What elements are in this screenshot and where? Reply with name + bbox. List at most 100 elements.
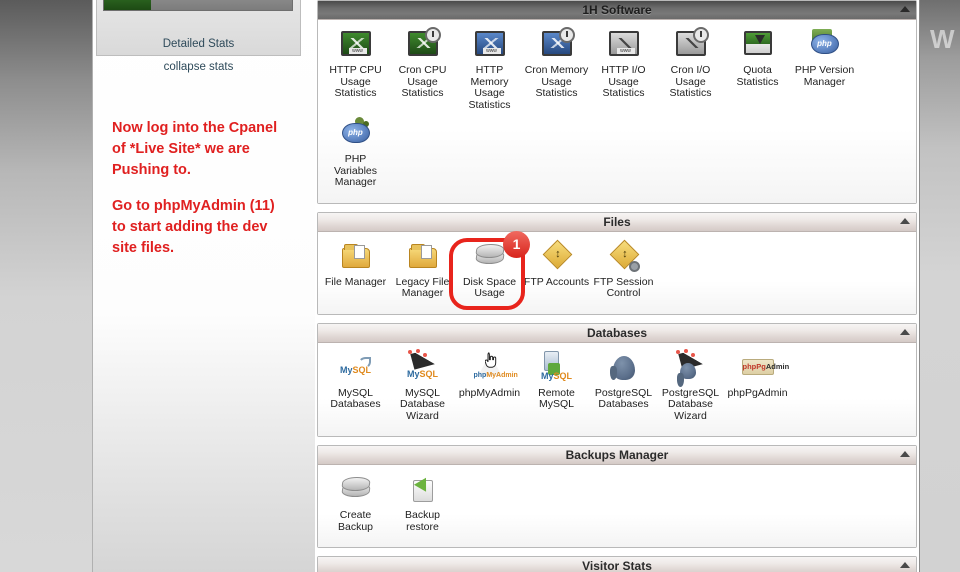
- create-backup-icon: [339, 473, 373, 507]
- cpanel-tile-label: HTTP Memory Usage Statistics: [468, 64, 511, 111]
- cpanel-tile-label: PostgreSQL Databases: [594, 386, 653, 410]
- cpanel-tile[interactable]: MySQL MySQL Databases: [322, 349, 389, 415]
- cpanel-tile-label: HTTP I/O Usage Statistics: [601, 64, 646, 99]
- process-usage-progress-fill: [104, 0, 151, 10]
- mouse-cursor-hand-icon: [484, 351, 496, 368]
- detailed-stats-link[interactable]: Detailed Stats: [96, 38, 301, 50]
- cpanel-tile-label: phpMyAdmin: [458, 386, 521, 399]
- section-panel: 1H Software www HTTP CPU Usage Statistics C…: [317, 0, 917, 204]
- cpanel-tile[interactable]: phpPgAdmin phpPgAdmin: [724, 349, 791, 404]
- collapse-triangle-icon[interactable]: [900, 217, 910, 224]
- cpanel-tile[interactable]: phpMyAdmin phpMyAdmin: [456, 349, 523, 404]
- section-panel: Files File Manager Legacy File Manager Disk…: [317, 211, 917, 315]
- cpanel-tile-label: MySQL Database Wizard: [400, 386, 445, 422]
- cpanel-tile[interactable]: Quota Statistics: [724, 26, 791, 92]
- quota-statistics-icon: [741, 28, 775, 62]
- cpanel-tile-label: Create Backup: [337, 509, 374, 533]
- browser-right-gradient-band: [919, 0, 960, 572]
- section-header[interactable]: Visitor Stats: [318, 557, 916, 572]
- cron-memory-usage-icon: [540, 27, 575, 62]
- cpanel-tile[interactable]: PostgreSQL Databases: [590, 349, 657, 415]
- phppgadmin-icon: phpPgAdmin: [741, 351, 789, 385]
- disk-space-usage-icon: [473, 240, 507, 274]
- cpanel-tile-label: Remote MySQL: [538, 386, 575, 410]
- cpanel-tile-label: Disk Space Usage: [462, 275, 517, 299]
- cpanel-tile[interactable]: PostgreSQL Database Wizard: [657, 347, 724, 427]
- section-panel: Visitor StatsLatest VisitorsBandwidthWeb…: [317, 556, 917, 572]
- cpanel-tile[interactable]: ↕ FTP Session Control: [590, 238, 657, 304]
- http-memory-usage-icon: www: [473, 28, 507, 62]
- collapse-triangle-icon[interactable]: [900, 562, 910, 568]
- cpanel-tile[interactable]: www HTTP Memory Usage Statistics: [456, 26, 523, 115]
- section-panel: Backups Manager Create Backup Backup resto…: [317, 445, 917, 548]
- cpanel-tile[interactable]: Cron I/O Usage Statistics: [657, 26, 724, 104]
- file-manager-icon: [339, 240, 373, 274]
- section-header[interactable]: Backups Manager: [318, 446, 916, 465]
- cpanel-tile[interactable]: www HTTP I/O Usage Statistics: [590, 26, 657, 104]
- left-sidebar-pane: [92, 0, 315, 572]
- section-title: Visitor Stats: [582, 559, 652, 572]
- cpanel-tile-label: FTP Session Control: [593, 275, 654, 299]
- section-body: Create Backup Backup restore: [318, 465, 916, 547]
- mysql-databases-icon: MySQL: [339, 351, 373, 385]
- cpanel-tile[interactable]: MySQL MySQL Database Wizard: [389, 347, 456, 427]
- cpanel-tile-label: PHP Variables Manager: [334, 153, 377, 188]
- cpanel-tile[interactable]: Create Backup: [322, 471, 389, 537]
- cpanel-tile-label: Cron Memory Usage Statistics: [524, 64, 589, 99]
- phpmyadmin-icon: phpMyAdmin: [473, 351, 518, 385]
- cpanel-tile-label: File Manager: [324, 275, 387, 288]
- cron-cpu-usage-icon: [406, 27, 441, 62]
- annotation-step-badge: 1: [503, 231, 530, 258]
- section-body: www HTTP CPU Usage Statistics Cron CPU Usa…: [318, 20, 916, 203]
- cpanel-tile[interactable]: Legacy File Manager: [389, 238, 456, 304]
- cpanel-tile[interactable]: Cron Memory Usage Statistics: [523, 26, 590, 104]
- section-title: Files: [603, 214, 631, 229]
- browser-left-gradient-band: [0, 0, 92, 572]
- section-body: File Manager Legacy File Manager Disk Spac…: [318, 231, 916, 314]
- legacy-file-manager-icon: [406, 240, 440, 274]
- cron-io-usage-icon: [674, 27, 709, 62]
- section-panel: Databases MySQL MySQL Databases MySQL MySQL …: [317, 322, 917, 437]
- collapse-triangle-icon[interactable]: [900, 6, 910, 12]
- mysql-database-wizard-icon: MySQL: [406, 347, 440, 385]
- cpanel-tile-label: PHP Version Manager: [794, 64, 855, 88]
- cpanel-tile-label: Legacy File Manager: [395, 275, 450, 299]
- annotation-gap: [112, 181, 292, 196]
- section-header[interactable]: 1H Software: [318, 1, 916, 20]
- cpanel-tile[interactable]: Backup restore: [389, 471, 456, 537]
- cpanel-tile-label: Quota Statistics: [736, 64, 779, 88]
- collapse-stats-link[interactable]: collapse stats: [96, 61, 301, 73]
- annotation-paragraph-2: Go to phpMyAdmin (11) to start adding th…: [112, 198, 275, 257]
- section-header[interactable]: Files: [318, 212, 916, 232]
- cpanel-tile-label: Cron CPU Usage Statistics: [398, 64, 447, 99]
- right-watermark-text: W: [930, 24, 955, 54]
- ftp-accounts-icon: ↕: [540, 239, 574, 274]
- php-version-manager-icon: php: [808, 28, 842, 62]
- http-cpu-usage-icon: www: [339, 28, 373, 62]
- cpanel-tile[interactable]: www HTTP CPU Usage Statistics: [322, 26, 389, 104]
- cpanel-tile[interactable]: File Manager: [322, 238, 389, 293]
- cpanel-tile[interactable]: php PHP Version Manager: [791, 26, 858, 92]
- cpanel-tile[interactable]: Cron CPU Usage Statistics: [389, 26, 456, 104]
- cpanel-tile[interactable]: MySQL Remote MySQL: [523, 349, 590, 415]
- cpanel-tile-label: FTP Accounts: [523, 275, 590, 288]
- process-usage-progressbar: [103, 0, 293, 11]
- collapse-triangle-icon[interactable]: [900, 328, 910, 335]
- annotation-paragraph-1: Now log into the Cpanel of *Live Site* w…: [112, 120, 278, 179]
- remote-mysql-icon: MySQL: [540, 350, 574, 385]
- cpanel-tile-label: MySQL Databases: [330, 386, 381, 410]
- section-title: Backups Manager: [565, 448, 669, 462]
- section-title: Databases: [586, 325, 648, 340]
- backup-restore-icon: [406, 473, 440, 507]
- section-body: MySQL MySQL Databases MySQL MySQL Database …: [318, 342, 916, 436]
- ftp-session-control-icon: ↕: [607, 239, 641, 274]
- section-title: 1H Software: [582, 3, 652, 17]
- cpanel-tile[interactable]: ↕ FTP Accounts: [523, 238, 590, 293]
- cpanel-tile-label: HTTP CPU Usage Statistics: [329, 64, 382, 99]
- section-header[interactable]: Databases: [318, 323, 916, 343]
- postgresql-databases-icon: [607, 351, 641, 385]
- cpanel-screenshot: Full Process List Detailed Stats collaps…: [0, 0, 960, 572]
- cpanel-tile-label: Backup restore: [404, 509, 441, 533]
- collapse-triangle-icon[interactable]: [900, 451, 910, 457]
- cpanel-tile[interactable]: php PHP Variables Manager: [322, 115, 389, 193]
